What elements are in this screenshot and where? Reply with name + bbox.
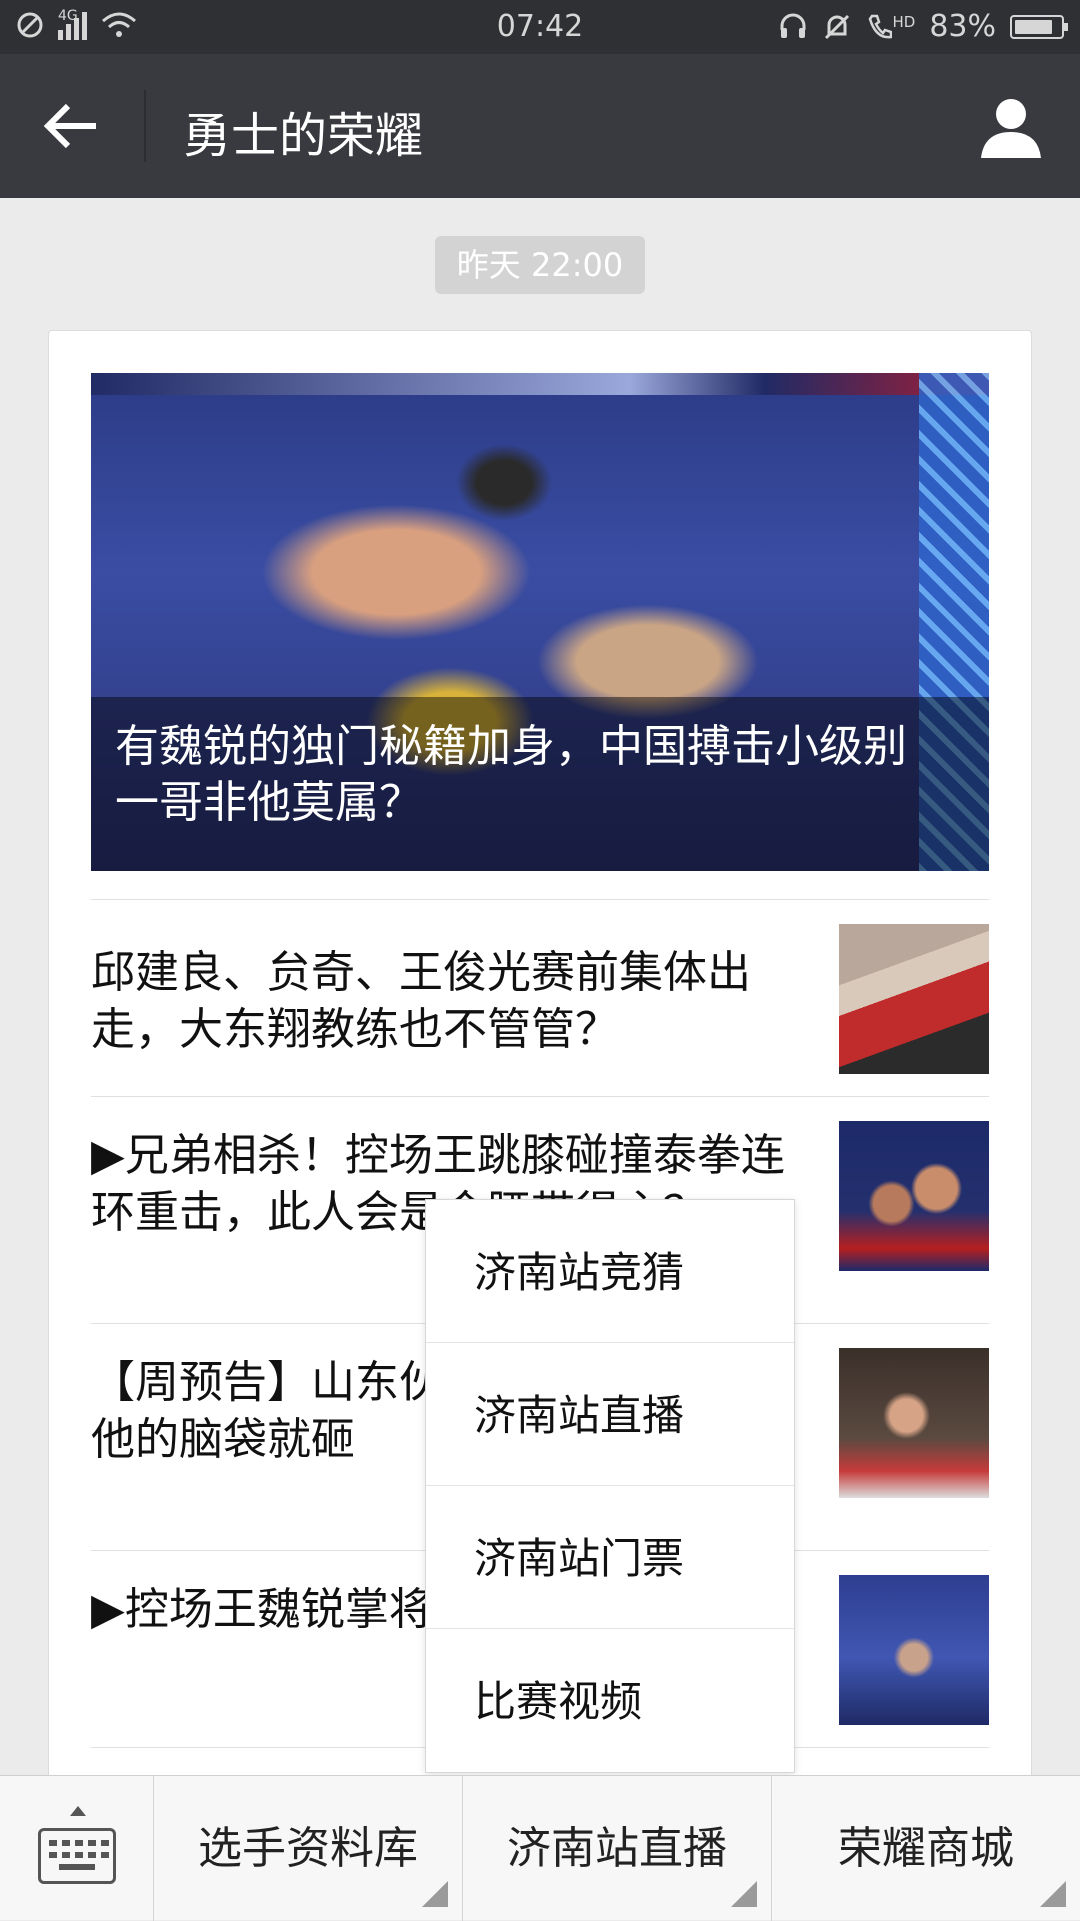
article-thumbnail [839,924,989,1074]
keyboard-toggle-button[interactable] [0,1776,154,1921]
back-arrow-icon[interactable] [36,96,108,156]
article-item[interactable]: 邱建良、贠奇、王俊光赛前集体出走，大东翔教练也不管管？ [91,899,989,1096]
cover-caption: 有魏锐的独门秘籍加身，中国搏击小级别一哥非他莫属？ [91,697,989,871]
nav-bar: 勇士的荣耀 [0,54,1080,198]
caret-up-icon [70,1806,86,1816]
menu-item-match-videos[interactable]: 比赛视频 [426,1629,794,1772]
nav-divider [144,90,146,162]
volte-icon: HD [866,13,915,41]
status-bar: 4G 07:42 HD 83% [0,0,1080,54]
article-thumbnail [839,1575,989,1725]
page-title: 勇士的荣耀 [183,108,424,164]
tab-player-database[interactable]: 选手资料库 [154,1776,463,1921]
profile-icon[interactable] [978,94,1044,160]
tab-label: 荣耀商城 [838,1823,1014,1874]
article-thumbnail [839,1121,989,1271]
bottom-menu-bar: 选手资料库 济南站直播 荣耀商城 [0,1775,1080,1921]
menu-item-jinan-live[interactable]: 济南站直播 [426,1343,794,1486]
jinan-popup-menu: 济南站竞猜 济南站直播 济南站门票 比赛视频 [425,1199,795,1773]
battery-icon [1010,14,1068,39]
tab-jinan-live[interactable]: 济南站直播 [463,1776,772,1921]
submenu-corner-icon [731,1881,757,1907]
article-thumbnail [839,1348,989,1498]
alarm-icon [825,14,850,39]
tab-glory-mall[interactable]: 荣耀商城 [772,1776,1080,1921]
tab-label: 济南站直播 [507,1823,727,1874]
message-timestamp: 昨天 22:00 [435,236,645,294]
keyboard-icon [38,1828,116,1884]
article-title: 邱建良、贠奇、王俊光赛前集体出走，大东翔教练也不管管？ [91,947,751,1055]
menu-item-jinan-tickets[interactable]: 济南站门票 [426,1486,794,1629]
status-right: HD 83% [778,9,1068,44]
menu-item-jinan-guess[interactable]: 济南站竞猜 [426,1200,794,1343]
cover-article[interactable]: 有魏锐的独门秘籍加身，中国搏击小级别一哥非他莫属？ [91,373,989,871]
battery-percent: 83% [929,9,996,44]
hd-label: HD [892,12,916,31]
submenu-corner-icon [422,1881,448,1907]
cover-title: 有魏锐的独门秘籍加身，中国搏击小级别一哥非他莫属？ [115,721,907,828]
submenu-corner-icon [1040,1881,1066,1907]
cover-lights [91,373,989,395]
tab-label: 选手资料库 [198,1823,418,1874]
headset-icon [780,13,806,38]
